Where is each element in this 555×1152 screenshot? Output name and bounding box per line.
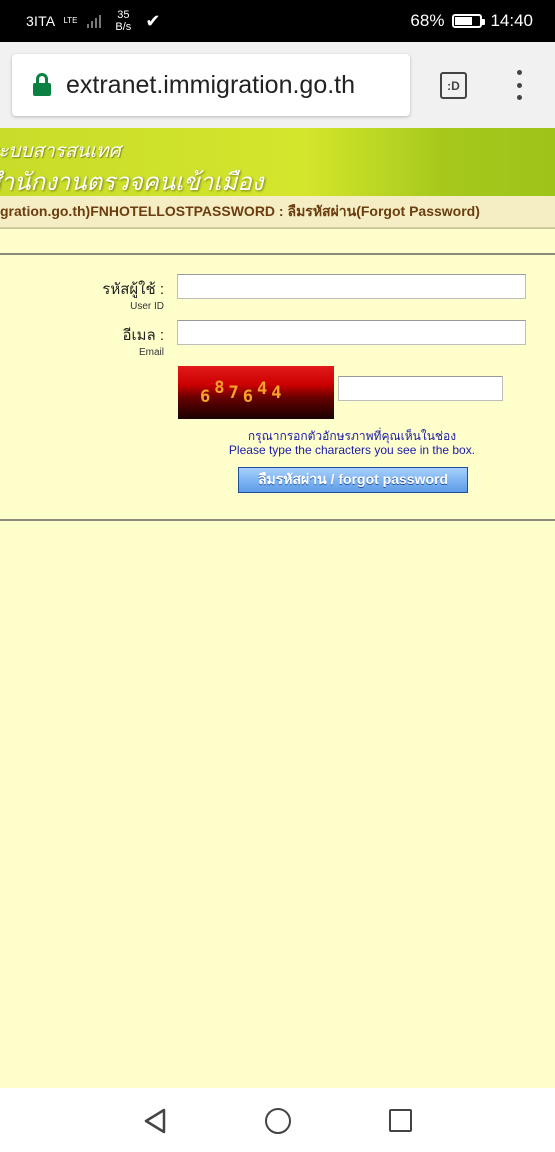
status-left: 3ITA LTE 35 B/s ✔ (26, 9, 160, 33)
clock: 14:40 (490, 11, 533, 30)
address-bar[interactable]: extranet.immigration.go.th (12, 54, 410, 116)
captcha-hint-english: Please type the characters you see in th… (228, 443, 476, 457)
page-title: gration.go.th)FNHOTELLOSTPASSWORD : ลืมร… (0, 202, 480, 219)
speed-value: 35 (117, 9, 130, 21)
page-title-bar: gration.go.th)FNHOTELLOSTPASSWORD : ลืมร… (0, 196, 555, 228)
captcha-image: 6 8 7 6 4 4 (178, 366, 334, 419)
network-speed: 35 B/s (115, 9, 131, 33)
captcha-char: 4 (257, 378, 268, 399)
download-check-icon: ✔ (145, 10, 161, 31)
network-type: LTE (63, 16, 78, 25)
user-id-sublabel: User ID (130, 301, 164, 312)
signal-icon (87, 14, 102, 28)
battery-percent: 68% (410, 11, 445, 30)
captcha-char: 6 (242, 386, 253, 407)
captcha-char: 4 (271, 382, 282, 403)
captcha-char: 7 (228, 382, 239, 403)
user-id-label: รหัสผู้ใช้ : (102, 281, 164, 298)
status-bar: 3ITA LTE 35 B/s ✔ 68% 14:40 (0, 0, 555, 42)
email-sublabel: Email (138, 347, 164, 358)
divider (0, 253, 555, 255)
home-icon[interactable] (265, 1108, 291, 1134)
captcha-char: 6 (200, 386, 211, 407)
captcha-input[interactable] (338, 376, 503, 401)
more-menu-icon[interactable] (514, 70, 524, 100)
status-right: 68% 14:40 (410, 11, 533, 31)
user-id-input[interactable] (177, 274, 526, 299)
captcha-char: 8 (214, 377, 225, 398)
tab-switcher-icon[interactable]: :D (440, 72, 467, 99)
carrier-name: 3ITA (26, 13, 56, 29)
battery-icon (452, 14, 486, 28)
web-page: ระบบสารสนเทศ สำนักงานตรวจคนเข้าเมือง gra… (0, 128, 555, 1088)
battery-fill (455, 17, 472, 25)
recent-apps-icon[interactable] (389, 1109, 412, 1132)
divider (0, 228, 555, 229)
email-label: อีเมล : (122, 327, 164, 344)
site-banner: ระบบสารสนเทศ สำนักงานตรวจคนเข้าเมือง (0, 128, 555, 196)
divider (0, 519, 555, 521)
back-icon[interactable] (143, 1108, 167, 1134)
url-text[interactable]: extranet.immigration.go.th (66, 71, 355, 100)
system-nav-bar (0, 1088, 555, 1152)
email-input[interactable] (177, 320, 526, 345)
forgot-password-button[interactable]: ลืมรหัสผ่าน / forgot password (238, 467, 468, 493)
speed-unit: B/s (115, 21, 132, 33)
browser-toolbar: extranet.immigration.go.th :D (0, 42, 555, 128)
lock-icon[interactable] (32, 73, 52, 97)
